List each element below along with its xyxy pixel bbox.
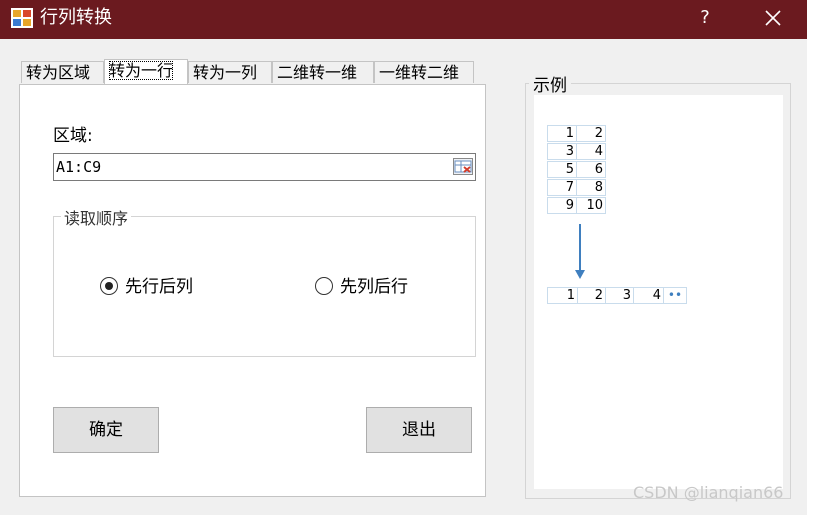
region-value: A1:C9: [56, 158, 102, 176]
radio-checked-icon[interactable]: [100, 277, 118, 295]
region-input[interactable]: A1:C9: [53, 153, 476, 181]
example-cell: 7: [547, 179, 577, 196]
result-cell: 3: [605, 287, 634, 304]
tab-label: 转为一行: [109, 61, 174, 80]
tab-label: 二维转一维: [277, 63, 358, 82]
help-button[interactable]: ?: [690, 4, 720, 32]
example-cell: 8: [576, 179, 606, 196]
example-cell: 3: [547, 143, 577, 160]
example-cell: 2: [576, 125, 606, 142]
radio-label: 先行后列: [125, 277, 193, 297]
tab-to-column[interactable]: 转为一列: [188, 61, 272, 83]
ok-button[interactable]: 确定: [53, 407, 159, 453]
tab-panel: 区域: A1:C9 读取顺序 先行后列 先列后行 确定 退出: [19, 84, 486, 497]
window-edge: [807, 0, 815, 515]
down-arrow-icon: [579, 224, 581, 274]
watermark: CSDN @lianqian66: [633, 483, 784, 502]
tab-to-range[interactable]: 转为区域: [21, 61, 104, 83]
tab-label: 一维转二维: [379, 63, 460, 82]
example-cell: 4: [576, 143, 606, 160]
region-label: 区域:: [53, 126, 93, 146]
example-cell: 6: [576, 161, 606, 178]
read-order-group: 读取顺序 先行后列 先列后行: [53, 205, 476, 357]
tab-2d-to-1d[interactable]: 二维转一维: [272, 61, 374, 83]
window-title: 行列转换: [40, 7, 112, 28]
result-cell: 2: [577, 287, 606, 304]
close-icon[interactable]: [756, 4, 790, 32]
example-cell: 5: [547, 161, 577, 178]
arrow-head-icon: [575, 270, 585, 279]
example-cell: 1: [547, 125, 577, 142]
example-title: 示例: [529, 71, 571, 96]
tab-label: 转为区域: [26, 63, 91, 82]
example-cell: 9: [547, 197, 577, 214]
exit-button[interactable]: 退出: [366, 407, 472, 453]
app-icon: [11, 8, 33, 28]
tab-1d-to-2d[interactable]: 一维转二维: [374, 61, 474, 83]
tab-label: 转为一列: [193, 63, 258, 82]
result-cell: 4: [633, 287, 664, 304]
tab-to-row[interactable]: 转为一行: [104, 59, 188, 84]
range-select-icon[interactable]: [453, 158, 473, 175]
radio-unchecked-icon[interactable]: [315, 277, 333, 295]
result-cell: 1: [547, 287, 578, 304]
radio-label: 先列后行: [340, 277, 408, 297]
title-bar: 行列转换 ?: [0, 0, 807, 39]
example-cell: 10: [576, 197, 606, 214]
ellipsis-cell: ••: [663, 287, 687, 304]
read-order-title: 读取顺序: [61, 205, 132, 229]
